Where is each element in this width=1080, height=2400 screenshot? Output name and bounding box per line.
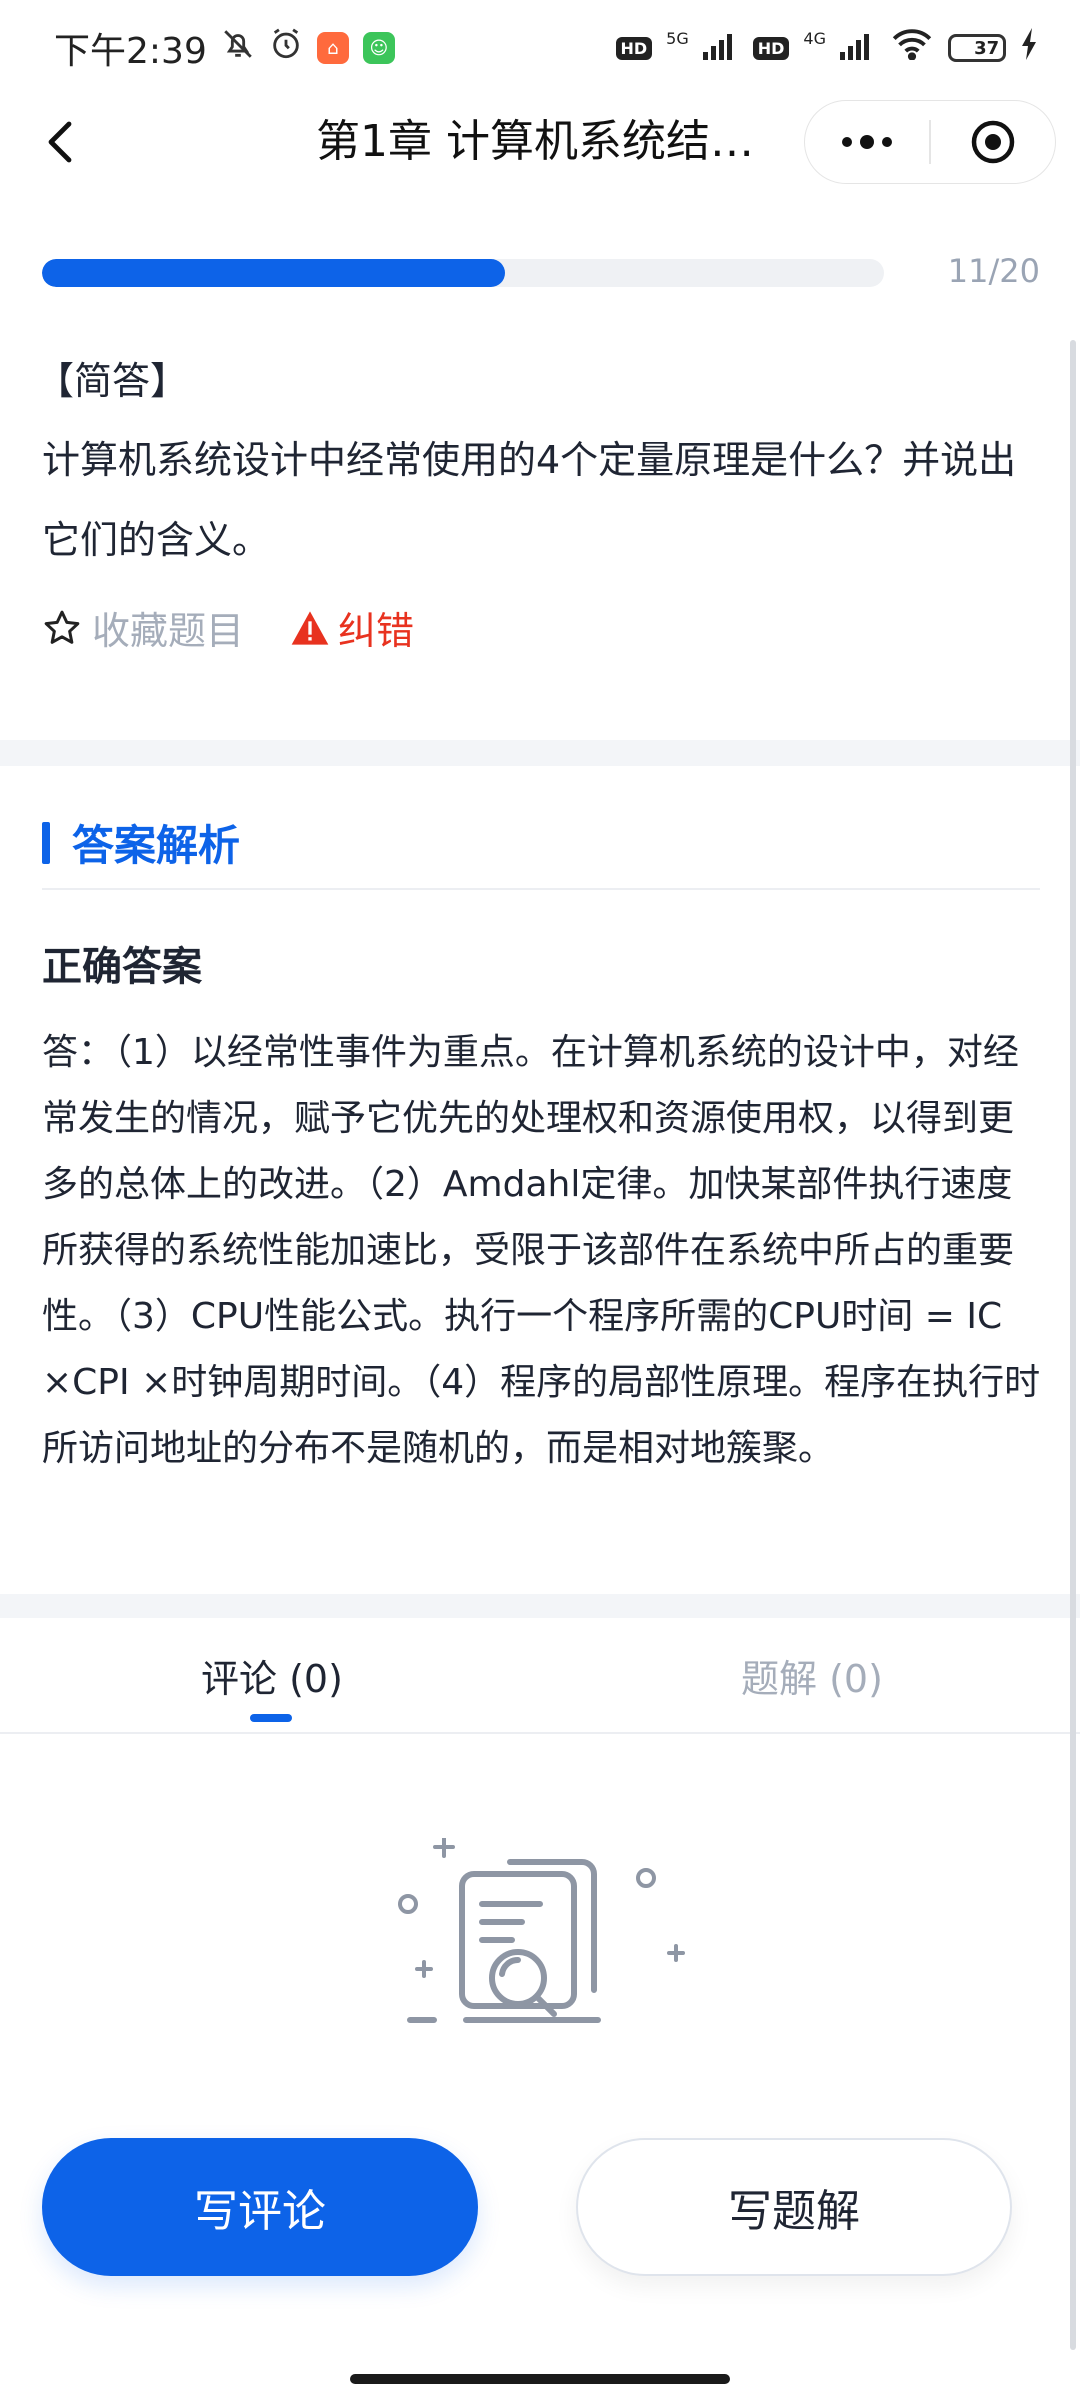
network-type: 5G <box>666 29 689 48</box>
question-type: 【简答】 <box>36 359 189 403</box>
signal-icon <box>840 28 876 69</box>
nav-bar: 第1章 计算机系统结构的基本概念 <box>0 96 1080 188</box>
hd-badge: HD <box>752 36 790 60</box>
correct-answer-label: 正确答案 <box>42 944 202 990</box>
home-indicator[interactable] <box>350 2374 730 2384</box>
write-solution-button[interactable]: 写题解 <box>576 2138 1012 2276</box>
tab-solutions[interactable]: 题解 (0) <box>740 1648 884 1703</box>
app-notification-icon: ⌂ <box>316 32 349 64</box>
star-icon <box>44 610 80 644</box>
section-accent-bar <box>42 821 50 864</box>
document-search-icon <box>390 1836 690 2038</box>
hd-badge: HD <box>615 36 653 60</box>
battery-level: 37 <box>974 37 1000 59</box>
active-tab-indicator <box>250 1714 292 1722</box>
question-actions: 收藏题目 纠错 <box>42 600 414 655</box>
report-label: 纠错 <box>338 609 415 653</box>
mini-program-capsule <box>804 100 1056 184</box>
close-mini-program-button[interactable] <box>931 101 1055 183</box>
write-comment-button[interactable]: 写评论 <box>42 2138 478 2276</box>
warning-triangle-icon <box>291 610 329 645</box>
answer-text: 答：（1）以经常性事件为重点。在计算机系统的设计中，对经常发生的情况，赋予它优先… <box>42 1032 1041 1469</box>
status-bar: 下午2:39 ⌂ ☺ HD 5G HD 4G 37 <box>0 0 1080 96</box>
question-text: 计算机系统设计中经常使用的4个定量原理是什么？并说出它们的含义。 <box>42 438 1017 562</box>
signal-icon <box>702 28 739 69</box>
tab-comments[interactable]: 评论 (0) <box>200 1648 344 1703</box>
divider <box>42 888 1040 890</box>
section-separator <box>0 740 1080 766</box>
alarm-icon <box>269 27 303 70</box>
favorite-label: 收藏题目 <box>92 609 245 653</box>
more-dots-icon <box>842 135 892 149</box>
report-error-button[interactable]: 纠错 <box>290 600 414 655</box>
progress-fill <box>42 259 506 287</box>
favorite-button[interactable]: 收藏题目 <box>42 600 244 655</box>
battery-icon: 37 <box>948 34 1006 62</box>
section-separator <box>0 1594 1080 1618</box>
answer-section-title: 答案解析 <box>72 821 241 870</box>
status-right: HD 5G HD 4G 37 <box>615 27 1041 69</box>
status-left: 下午2:39 ⌂ ☺ <box>54 22 395 74</box>
charging-icon <box>1020 27 1040 69</box>
network-type: 4G <box>803 29 826 48</box>
wifi-icon <box>890 28 934 69</box>
status-time: 下午2:39 <box>54 31 207 72</box>
page-title: 第1章 计算机系统结构的基本概念 <box>316 116 786 167</box>
more-button[interactable] <box>805 101 929 183</box>
scrollbar[interactable] <box>1070 340 1076 2350</box>
progress-bar <box>42 259 884 287</box>
discussion-tabs: 评论 (0) 题解 (0) <box>0 1618 1080 1734</box>
target-icon <box>971 120 1015 164</box>
app-notification-icon: ☺ <box>362 32 395 64</box>
answer-section-header: 答案解析 <box>42 812 240 873</box>
bell-muted-icon <box>221 27 255 70</box>
back-button[interactable] <box>30 112 90 172</box>
progress-count: 11/20 <box>947 252 1040 290</box>
chevron-left-icon <box>48 121 72 163</box>
